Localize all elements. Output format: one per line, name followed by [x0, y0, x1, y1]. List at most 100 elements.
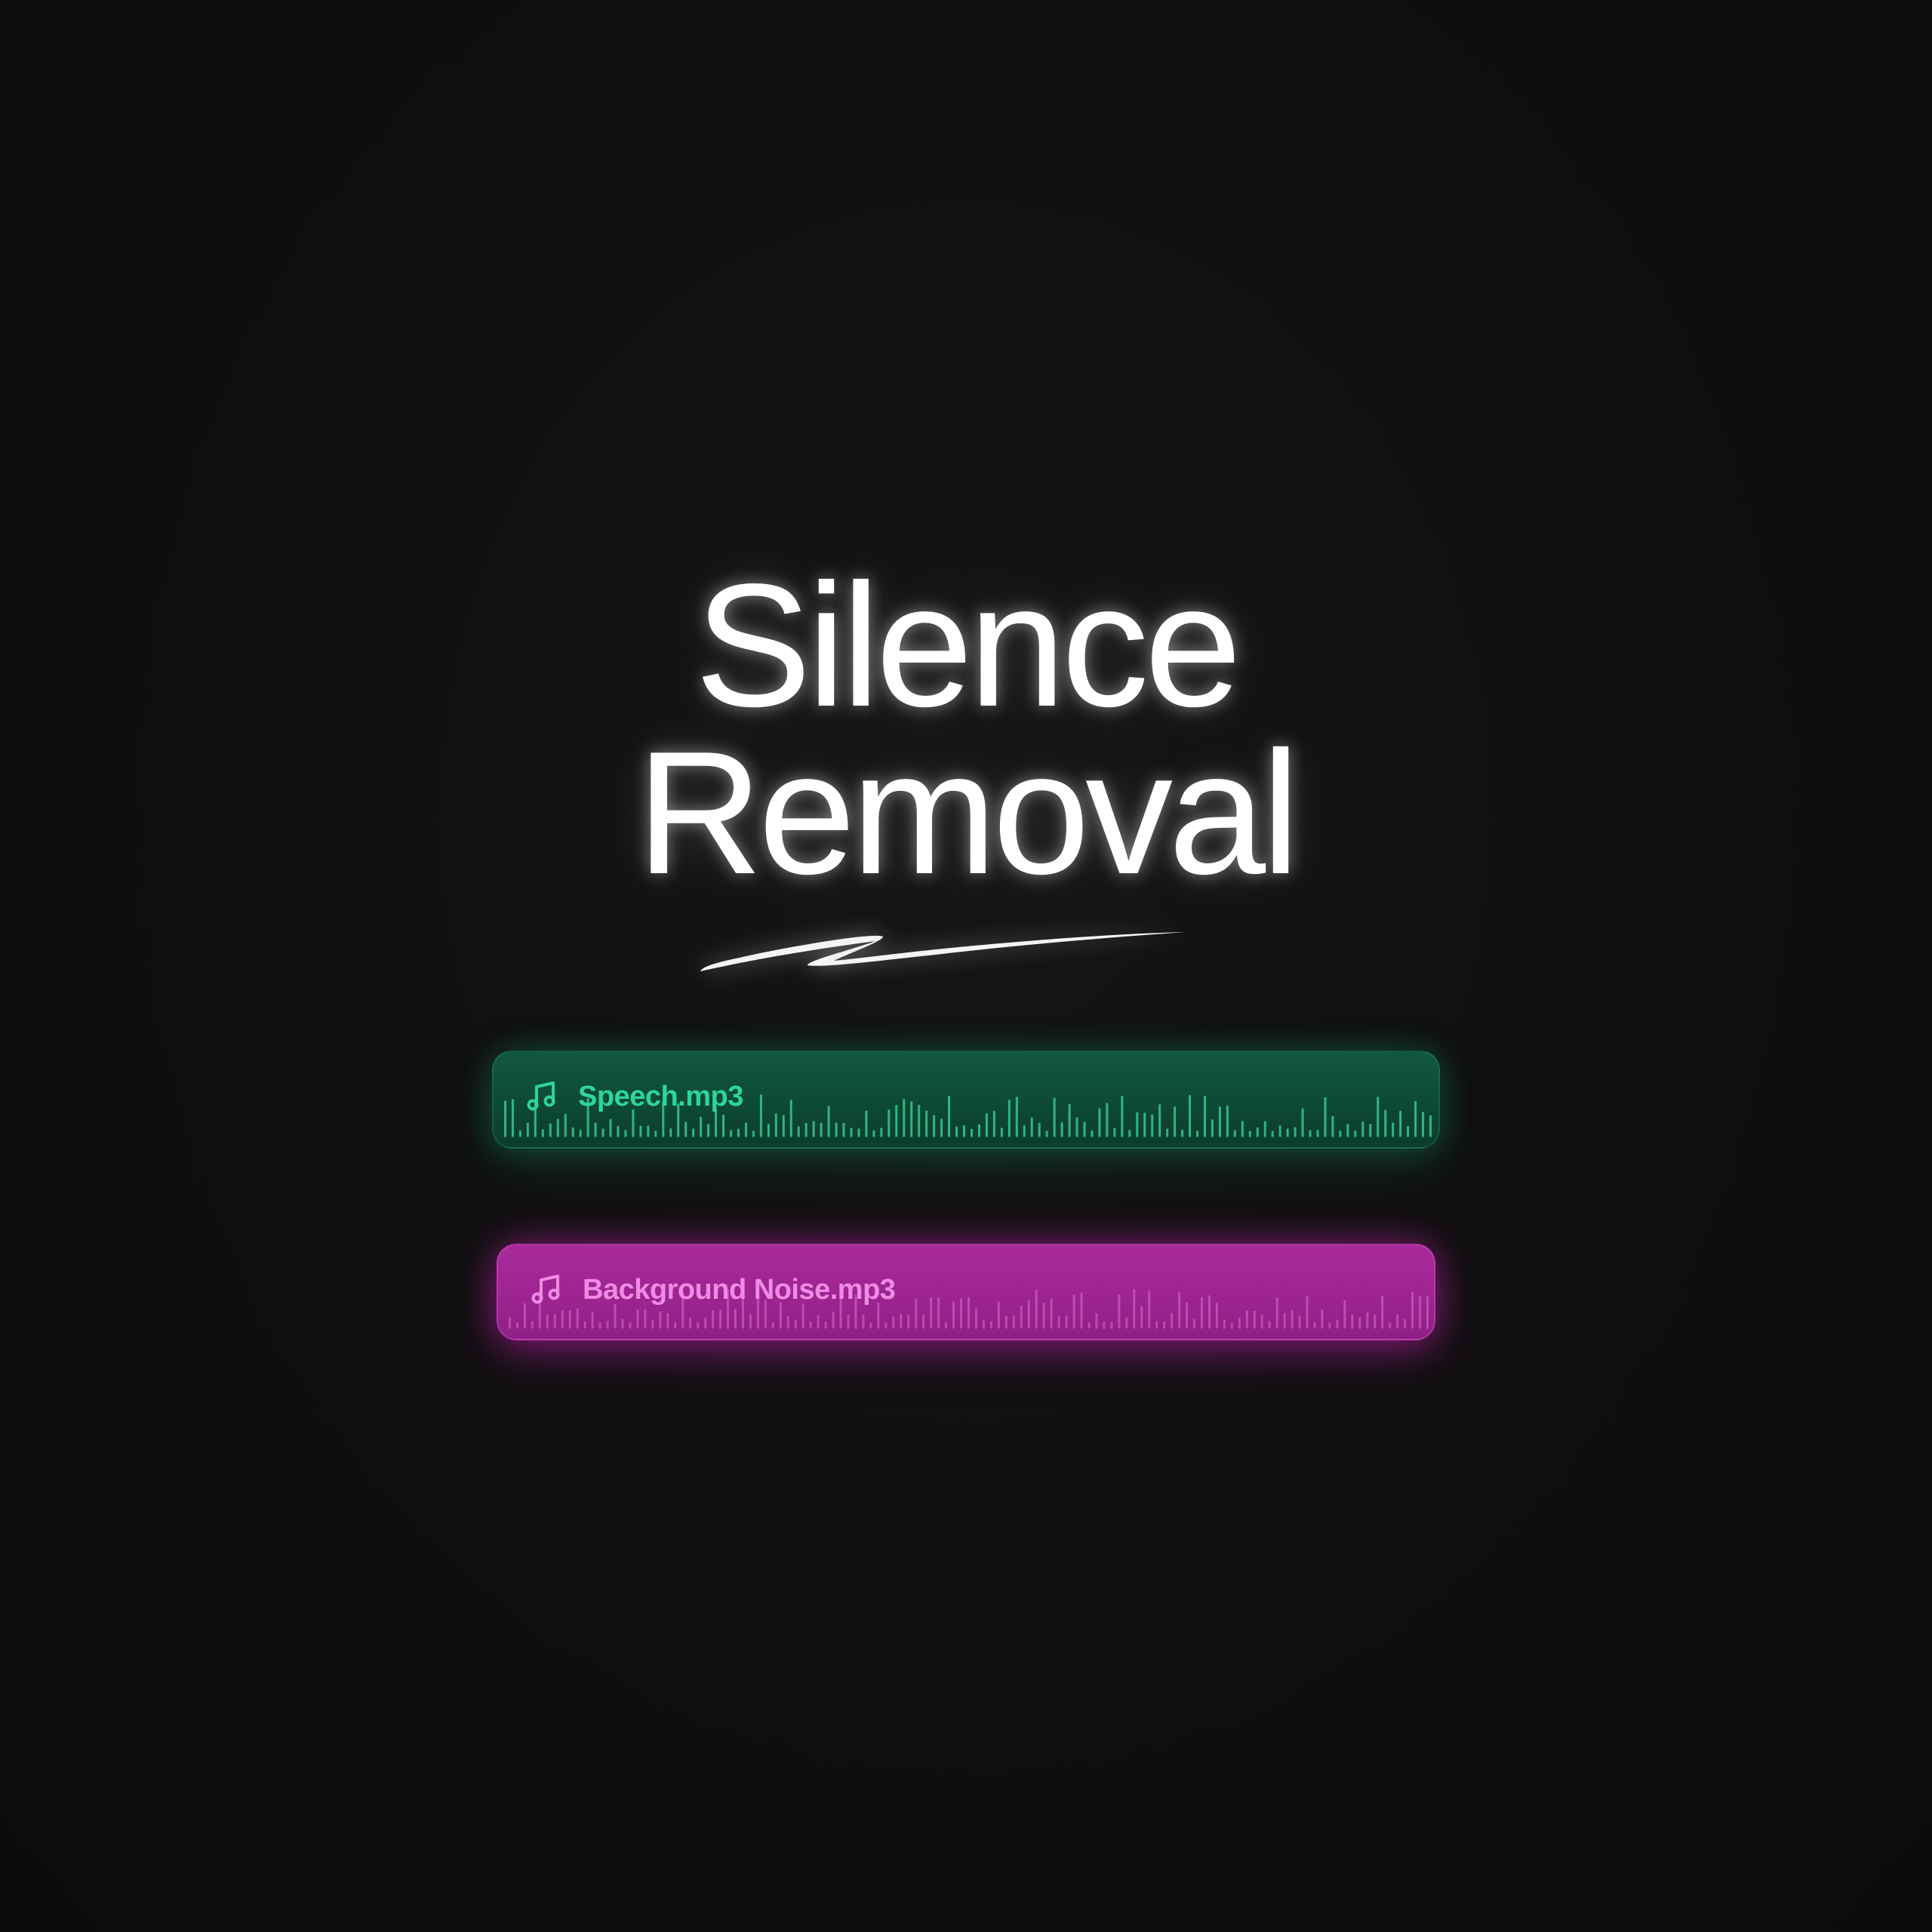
waveform-bar — [1174, 1106, 1177, 1137]
waveform-bar — [1324, 1097, 1327, 1137]
waveform-bar — [862, 1315, 865, 1329]
waveform-bar — [922, 1315, 925, 1329]
waveform-bar — [1091, 1130, 1094, 1137]
waveform-bar — [1211, 1119, 1214, 1137]
waveform-bar — [1015, 1097, 1018, 1137]
waveform-bar — [531, 1321, 534, 1329]
waveform-bar — [632, 1109, 635, 1137]
waveform-bar — [1389, 1322, 1392, 1329]
waveform-bar — [1023, 1125, 1026, 1137]
waveform-bar — [1429, 1115, 1432, 1137]
waveform-bar — [1000, 1128, 1003, 1137]
waveform-bar — [636, 1309, 639, 1329]
waveform-bar — [568, 1310, 571, 1329]
waveform-bar — [869, 1322, 872, 1329]
waveform-bar — [712, 1310, 715, 1329]
waveform-bar — [918, 1105, 921, 1137]
waveform-bar — [817, 1315, 820, 1329]
waveform-bar — [651, 1319, 654, 1329]
waveform-bar — [1038, 1122, 1041, 1137]
waveform-bar — [556, 1118, 559, 1137]
waveform-bar — [1358, 1316, 1361, 1329]
waveform-bar — [812, 1121, 815, 1137]
waveform-bar — [1148, 1291, 1151, 1329]
speech-track[interactable]: Speech.mp3 — [492, 1051, 1440, 1149]
waveform-bar — [579, 1130, 582, 1137]
waveform-bar — [824, 1321, 827, 1329]
waveform-bar — [955, 1126, 958, 1137]
waveform-bar — [1245, 1310, 1248, 1329]
waveform-bar — [1286, 1128, 1289, 1137]
waveform-bar — [601, 1128, 605, 1137]
waveform-bar — [1030, 1117, 1033, 1137]
waveform-bar — [1200, 1297, 1203, 1329]
waveform-bar — [1057, 1315, 1060, 1329]
waveform-bar — [576, 1308, 579, 1329]
waveform-bar — [1004, 1315, 1008, 1329]
waveform-bar — [1203, 1096, 1206, 1137]
waveform-bar — [970, 1128, 973, 1137]
waveform-bar — [903, 1099, 906, 1137]
waveform-bar — [749, 1314, 752, 1329]
waveform-bar — [685, 1121, 688, 1137]
background-noise-track[interactable]: Background Noise.mp3 — [497, 1244, 1435, 1340]
waveform-bar — [915, 1298, 918, 1329]
waveform-bar — [1050, 1298, 1053, 1329]
waveform-bar — [1121, 1096, 1124, 1137]
waveform-bar — [960, 1298, 963, 1329]
waveform-bar — [523, 1303, 526, 1329]
waveform-bar — [669, 1128, 672, 1137]
waveform-bar — [518, 1130, 521, 1137]
waveform-bar — [1035, 1289, 1038, 1329]
waveform-bar — [1075, 1117, 1078, 1137]
waveform-bar — [1260, 1315, 1263, 1329]
music-note-icon — [527, 1081, 555, 1111]
waveform-bar — [503, 1100, 506, 1137]
waveform-bar — [907, 1314, 910, 1329]
scribble-underline — [700, 932, 1185, 971]
waveform-bar — [1218, 1106, 1221, 1137]
waveform-bar — [1384, 1109, 1387, 1137]
waveform-bar — [895, 1105, 898, 1137]
waveform-bar — [647, 1125, 650, 1137]
waveform-bar — [1098, 1108, 1101, 1137]
waveform-bar — [700, 1116, 703, 1137]
waveform-bar — [982, 1320, 985, 1329]
waveform-bar — [621, 1319, 624, 1329]
waveform-bar — [1343, 1300, 1346, 1329]
waveform-bar — [1381, 1295, 1384, 1329]
waveform-bar — [508, 1317, 511, 1329]
waveform-bar — [1045, 1131, 1048, 1137]
waveform-bar — [884, 1321, 888, 1329]
waveform-bar — [609, 1118, 612, 1137]
waveform-bar — [1374, 1315, 1377, 1329]
waveform-bar — [945, 1322, 948, 1329]
waveform-bar — [952, 1301, 955, 1329]
waveform-bar — [606, 1321, 609, 1329]
waveform-bar — [1414, 1101, 1417, 1137]
waveform-bar — [1008, 1100, 1011, 1137]
waveform-bar — [820, 1122, 823, 1137]
headline-line-1: Silence — [694, 548, 1242, 743]
waveform-bar — [1088, 1322, 1091, 1329]
background-noise-track-label: Background Noise.mp3 — [583, 1274, 896, 1306]
waveform-bar — [674, 1321, 677, 1329]
waveform-bar — [1306, 1296, 1309, 1329]
waveform-bar — [511, 1099, 514, 1137]
waveform-bar — [1339, 1131, 1342, 1137]
waveform-bar — [850, 1128, 853, 1137]
waveform-bar — [1012, 1315, 1015, 1329]
waveform-bar — [707, 1124, 710, 1137]
waveform-bar — [1392, 1122, 1395, 1137]
waveform-bar — [992, 1111, 995, 1137]
waveform-bar — [1411, 1291, 1414, 1329]
waveform-bar — [1407, 1126, 1410, 1137]
waveform-bar — [877, 1302, 880, 1329]
waveform-bar — [624, 1130, 627, 1137]
waveform-bar — [1140, 1306, 1143, 1329]
waveform-bar — [639, 1125, 642, 1137]
waveform-bar — [1253, 1311, 1256, 1329]
waveform-bar — [629, 1322, 632, 1329]
waveform-bar — [689, 1318, 692, 1329]
waveform-bar — [1361, 1121, 1364, 1137]
